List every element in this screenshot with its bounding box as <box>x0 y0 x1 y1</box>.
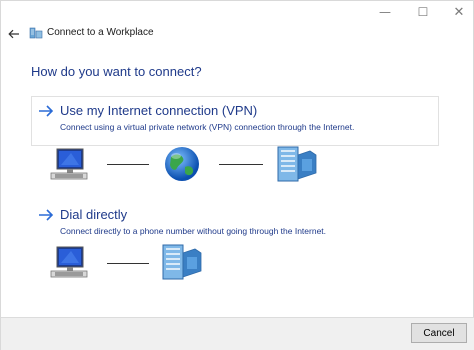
dialog-footer <box>1 317 474 350</box>
connect-workplace-window: — ☐ ✕ Connect to a Workplace How do you … <box>0 0 474 350</box>
computer-icon <box>50 148 88 180</box>
workplace-network-icon <box>29 27 43 39</box>
computer-icon <box>50 246 88 278</box>
page-heading: How do you want to connect? <box>31 64 202 79</box>
vpn-option-title: Use my Internet connection (VPN) <box>60 103 258 118</box>
dial-option-description: Connect directly to a phone number witho… <box>60 226 327 236</box>
vpn-option-description: Connect using a virtual private network … <box>60 122 355 132</box>
dial-option-title: Dial directly <box>60 207 128 222</box>
workplace-server-icon <box>162 244 202 280</box>
vpn-option[interactable]: Use my Internet connection (VPN) Connect… <box>31 96 439 146</box>
dial-directly-option[interactable]: Dial directly Connect directly to a phon… <box>31 200 439 236</box>
close-button[interactable]: ✕ <box>439 1 474 23</box>
internet-globe-icon <box>165 147 199 181</box>
connection-line <box>107 164 149 165</box>
workplace-server-icon <box>277 146 317 182</box>
minimize-button[interactable]: — <box>365 1 405 23</box>
connection-line <box>219 164 263 165</box>
maximize-button[interactable]: ☐ <box>403 1 443 23</box>
cancel-button[interactable]: Cancel <box>411 323 467 343</box>
arrow-right-icon <box>39 209 54 221</box>
back-button[interactable] <box>3 25 25 43</box>
connection-line <box>107 263 149 264</box>
arrow-right-icon <box>39 105 54 117</box>
window-title: Connect to a Workplace <box>47 27 154 38</box>
back-arrow-icon <box>8 29 19 39</box>
